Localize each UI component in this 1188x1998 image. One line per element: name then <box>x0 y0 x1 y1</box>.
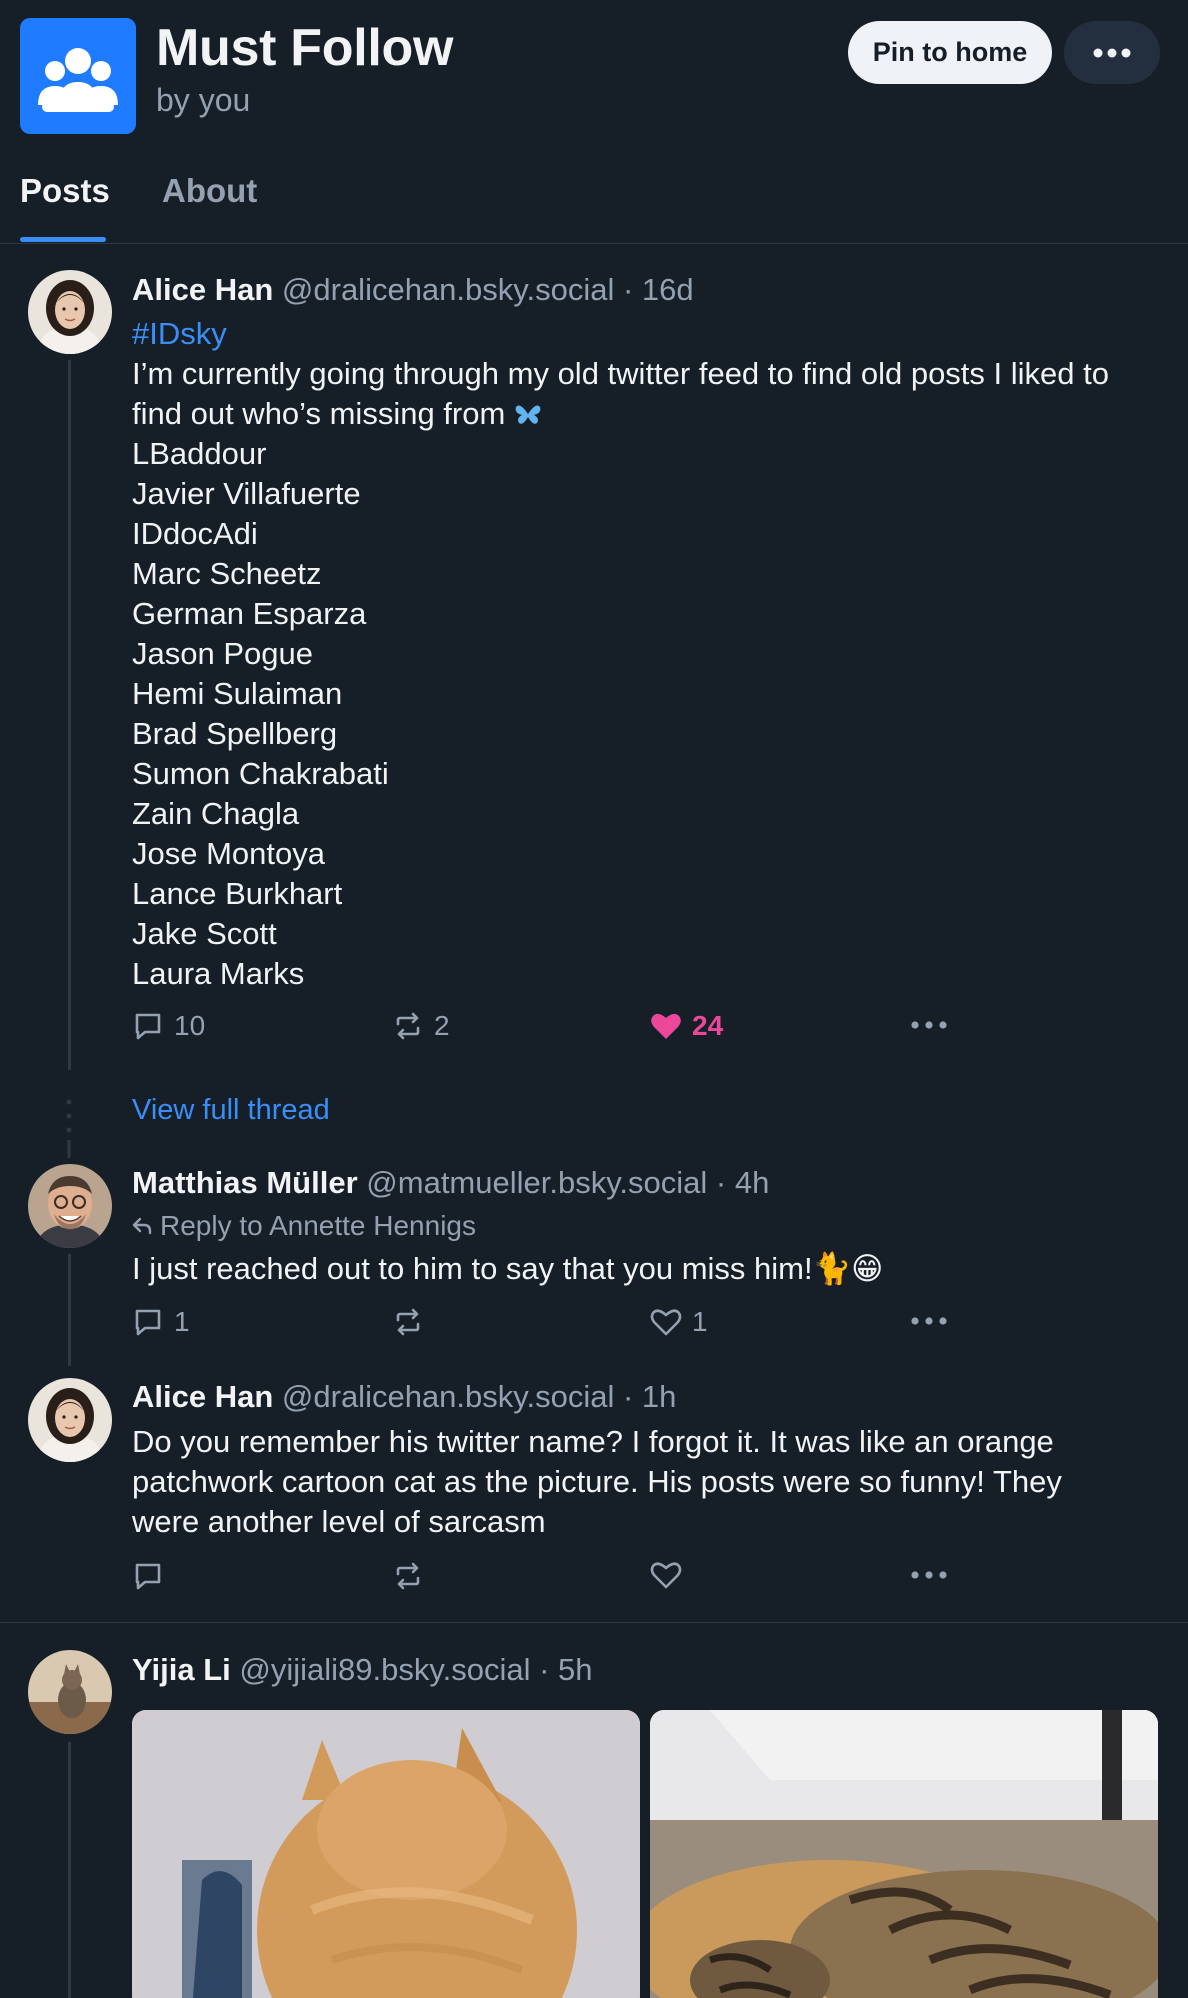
ellipsis-icon <box>911 1317 947 1325</box>
thread-dots <box>66 1098 72 1158</box>
post-image-tabby-cat[interactable] <box>650 1710 1158 1998</box>
butterfly-icon <box>515 405 541 424</box>
post-time[interactable]: 1h <box>642 1379 676 1414</box>
repost-icon <box>396 1012 420 1040</box>
thread-line <box>68 1742 71 1998</box>
repost-button[interactable] <box>392 1560 424 1592</box>
names-list-item: Jose Montoya <box>132 836 325 871</box>
post-more-button[interactable] <box>910 1570 948 1580</box>
tabs-divider <box>0 243 1188 244</box>
reply-arrow-icon <box>132 1217 152 1235</box>
names-list: LBaddour Javier Villafuerte IDdocAdi Marc S… <box>132 434 1162 994</box>
comment-icon <box>135 1013 161 1040</box>
reply-button[interactable]: 10 <box>132 1010 205 1042</box>
tab-posts[interactable]: Posts <box>20 172 110 210</box>
post-more-button[interactable] <box>910 1316 948 1326</box>
names-list-item: Lance Burkhart <box>132 876 343 911</box>
post-more-button[interactable] <box>910 1020 948 1030</box>
thread-line <box>68 1254 71 1366</box>
post-header: Alice Han @dralicehan.bsky.social · 1h <box>132 1379 676 1415</box>
post-body: I just reached out to him to say that yo… <box>132 1251 884 1286</box>
names-list-item: Sumon Chakrabati <box>132 756 389 791</box>
reply-button[interactable] <box>132 1560 164 1592</box>
reply-to-label[interactable]: Reply to Annette Hennigs <box>132 1210 476 1242</box>
author-handle[interactable]: @dralicehan.bsky.social <box>282 1379 614 1414</box>
repost-icon <box>396 1562 420 1590</box>
post-body: Do you remember his twitter name? I forg… <box>132 1424 1062 1539</box>
reply-count: 1 <box>174 1306 190 1337</box>
people-icon <box>38 48 118 112</box>
post-time[interactable]: 4h <box>735 1165 769 1200</box>
post-body: #IDsky I’m currently going through my ol… <box>132 314 1162 994</box>
post-header: Alice Han @dralicehan.bsky.social · 16d <box>132 272 694 308</box>
heart-icon <box>650 1562 682 1589</box>
author-name[interactable]: Alice Han <box>132 1379 273 1414</box>
author-name[interactable]: Matthias Müller <box>132 1165 358 1200</box>
names-list-item: Jake Scott <box>132 916 277 951</box>
names-list-item: Brad Spellberg <box>132 716 338 751</box>
like-count: 1 <box>692 1306 708 1337</box>
names-list-item: IDdocAdi <box>132 516 258 551</box>
like-button[interactable] <box>650 1560 682 1590</box>
feed-avatar <box>20 18 136 134</box>
avatar[interactable] <box>28 270 112 354</box>
separator: · <box>539 1652 550 1687</box>
heart-icon <box>650 1309 682 1336</box>
author-name[interactable]: Alice Han <box>132 272 273 307</box>
separator: · <box>622 1379 634 1414</box>
names-list-item: Jason Pogue <box>132 636 313 671</box>
ellipsis-icon <box>911 1021 947 1029</box>
feed-title: Must Follow <box>156 19 454 77</box>
author-handle[interactable]: @dralicehan.bsky.social <box>282 272 614 307</box>
post-time[interactable]: 16d <box>642 272 694 307</box>
names-list-item: Javier Villafuerte <box>132 476 361 511</box>
pin-to-home-button[interactable]: Pin to home <box>848 21 1052 84</box>
repost-count: 2 <box>434 1010 450 1041</box>
names-list-item: German Esparza <box>132 596 367 631</box>
reply-to-text: Reply to Annette Hennigs <box>160 1210 476 1241</box>
author-name[interactable]: Yijia Li <box>132 1652 231 1687</box>
names-list-item: LBaddour <box>132 436 267 471</box>
post-time[interactable]: 5h <box>558 1652 592 1687</box>
post-header: Yijia Li @yijiali89.bsky.social · 5h <box>132 1652 593 1688</box>
ellipsis-icon <box>911 1571 947 1579</box>
repost-button[interactable] <box>392 1306 424 1338</box>
names-list-item: Hemi Sulaiman <box>132 676 343 711</box>
reply-count: 10 <box>174 1010 206 1041</box>
like-button[interactable]: 24 <box>650 1010 723 1042</box>
reply-button[interactable]: 1 <box>132 1306 190 1338</box>
like-button[interactable]: 1 <box>650 1306 708 1338</box>
post-divider <box>0 1622 1188 1623</box>
heart-icon <box>651 1013 681 1039</box>
names-list-item: Zain Chagla <box>132 796 300 831</box>
repost-button[interactable]: 2 <box>392 1010 450 1042</box>
avatar[interactable] <box>28 1378 112 1462</box>
separator: · <box>715 1165 727 1200</box>
ellipsis-icon <box>1093 48 1131 57</box>
post-text-intro: I’m currently going through my old twitt… <box>132 356 1109 431</box>
repost-icon <box>396 1308 420 1336</box>
author-handle[interactable]: @yijiali89.bsky.social <box>239 1652 530 1687</box>
tab-about[interactable]: About <box>162 172 257 210</box>
feed-more-button[interactable] <box>1064 21 1160 84</box>
thread-line <box>68 360 71 1070</box>
names-list-item: Marc Scheetz <box>132 556 322 591</box>
post-image-orange-cat[interactable] <box>132 1710 640 1998</box>
view-full-thread-link[interactable]: View full thread <box>132 1094 330 1127</box>
author-handle[interactable]: @matmueller.bsky.social <box>366 1165 707 1200</box>
post-header: Matthias Müller @matmueller.bsky.social … <box>132 1165 769 1201</box>
comment-icon <box>135 1309 161 1336</box>
comment-icon <box>135 1563 161 1590</box>
active-tab-indicator <box>20 237 106 242</box>
avatar[interactable] <box>28 1650 112 1734</box>
avatar[interactable] <box>28 1164 112 1248</box>
separator: · <box>622 272 634 307</box>
like-count: 24 <box>692 1010 724 1041</box>
hashtag-link[interactable]: #IDsky <box>132 314 1162 354</box>
feed-byline: by you <box>156 82 251 118</box>
names-list-item: Laura Marks <box>132 956 305 991</box>
